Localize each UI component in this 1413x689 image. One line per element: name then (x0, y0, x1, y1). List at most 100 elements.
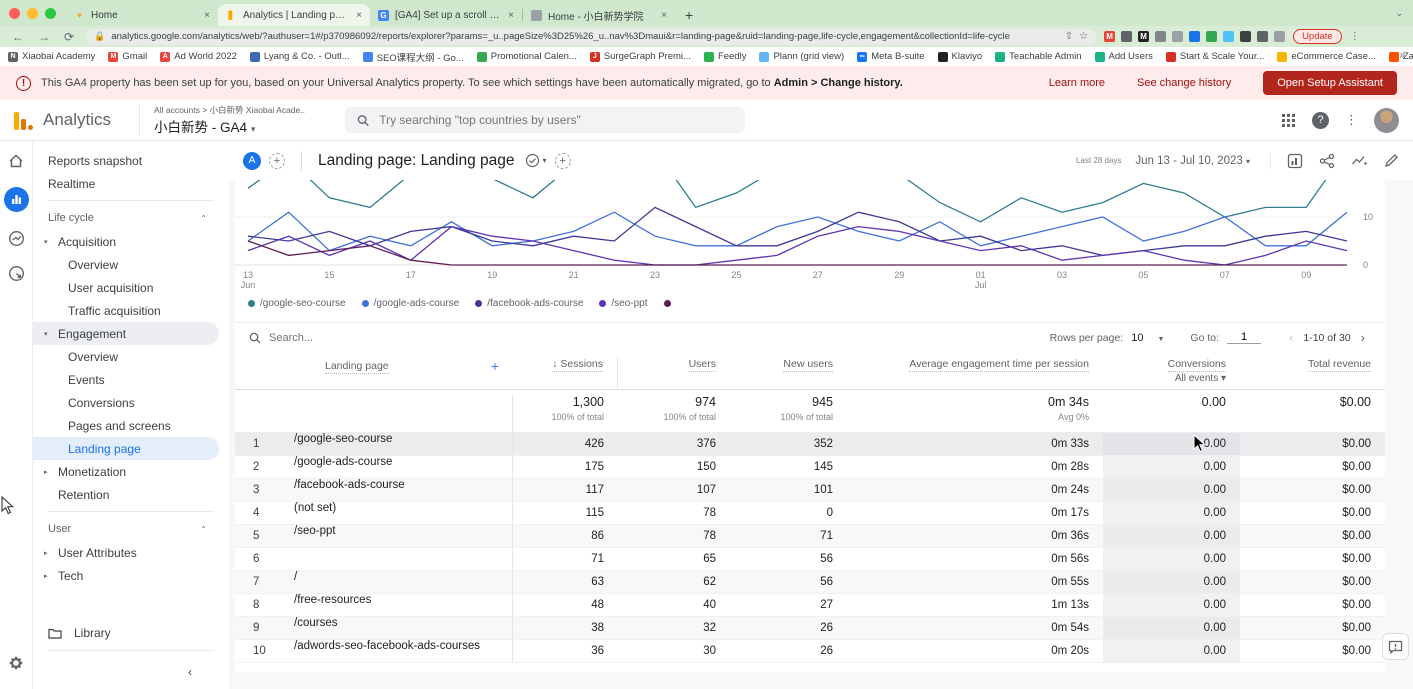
bookmark-item[interactable]: Klaviyo (938, 51, 983, 62)
sidebar-section-life-cycle[interactable]: Life cycle⌃ (33, 206, 229, 230)
table-row[interactable]: 1/google-seo-course4263763520m 33s0.00$0… (235, 433, 1385, 456)
browser-tab[interactable]: Home - 小白新势学院× (523, 4, 675, 26)
sidebar-item-overview[interactable]: Overview (33, 345, 219, 368)
column-header-new-users[interactable]: New users (730, 358, 847, 370)
column-header-landing-page[interactable]: Landing page + (235, 358, 513, 374)
sidebar-item-tech[interactable]: Tech▸ (33, 564, 219, 587)
analytics-search-input[interactable] (379, 113, 733, 127)
table-row[interactable]: 4(not set)1157800m 17s0.00$0.00 (235, 502, 1385, 525)
sidebar-item-overview[interactable]: Overview (33, 253, 219, 276)
sidebar-item-library[interactable]: Library (33, 620, 229, 646)
table-row[interactable]: 8/free-resources4840271m 13s0.00$0.00 (235, 594, 1385, 617)
sidebar-item-realtime[interactable]: Realtime (33, 172, 219, 195)
sidebar-panel-icon[interactable] (1257, 31, 1268, 42)
bookmark-item[interactable]: AAd World 2022 (160, 51, 237, 62)
close-tab-icon[interactable]: × (204, 10, 210, 21)
home-icon[interactable] (8, 153, 24, 169)
url-bar[interactable]: 🔒 analytics.google.com/analytics/web/?au… (86, 29, 1096, 45)
analytics-search-bar[interactable] (345, 107, 745, 133)
apps-grid-icon[interactable] (1281, 113, 1296, 128)
sidebar-item-traffic-acquisition[interactable]: Traffic acquisition (33, 299, 219, 322)
legend-item[interactable]: /seo-ppt (599, 298, 647, 309)
expand-caret-icon[interactable]: ▸ (44, 468, 48, 476)
bookmark-item[interactable]: Start & Scale Your... (1166, 51, 1265, 62)
share-page-icon[interactable]: ⇧ (1065, 31, 1073, 42)
pen-extension-icon[interactable] (1121, 31, 1132, 42)
column-header-users[interactable]: Users (618, 358, 730, 370)
reports-icon[interactable] (4, 187, 29, 212)
report-saved-check-icon[interactable] (525, 153, 540, 168)
bookmark-item[interactable]: Feedly (704, 51, 747, 62)
dark-m-extension-icon[interactable]: M (1138, 31, 1149, 42)
bookmarks-overflow-icon[interactable]: » (1399, 50, 1405, 61)
feedback-button[interactable] (1382, 633, 1409, 660)
help-icon[interactable]: ? (1312, 112, 1329, 129)
sidebar-section-user[interactable]: User⌃ (33, 517, 229, 541)
add-column-icon[interactable]: + (491, 358, 499, 374)
bookmark-item[interactable]: Teachable Admin (995, 51, 1081, 62)
gmail-extension-icon[interactable]: M (1104, 31, 1115, 42)
bookmark-star-icon[interactable]: ☆ (1079, 31, 1088, 42)
bookmark-item[interactable]: MGmail (108, 51, 147, 62)
insights-icon[interactable] (1351, 153, 1368, 168)
admin-gear-icon[interactable] (8, 655, 24, 675)
sphere-extension-icon[interactable] (1223, 31, 1234, 42)
expand-caret-icon[interactable]: ▾ (44, 330, 48, 338)
table-row[interactable]: 9/courses3832260m 54s0.00$0.00 (235, 617, 1385, 640)
see-change-history-link[interactable]: See change history (1137, 77, 1231, 89)
forward-icon[interactable]: → (38, 30, 50, 44)
extensions-puzzle-icon[interactable] (1240, 31, 1251, 42)
table-row[interactable]: 2/google-ads-course1751501450m 28s0.00$0… (235, 456, 1385, 479)
meet-extension-icon[interactable] (1274, 31, 1285, 42)
column-header-engagement[interactable]: Average engagement time per session (847, 358, 1103, 370)
browser-tab[interactable]: G[GA4] Set up a scroll conversi× (370, 4, 522, 26)
analytics-logo-icon[interactable] (14, 110, 33, 130)
rows-per-page-select[interactable]: 10▼ (1131, 332, 1164, 344)
sidebar-item-user-acquisition[interactable]: User acquisition (33, 276, 219, 299)
add-comparison-button[interactable]: + (269, 153, 285, 169)
account-switcher[interactable]: All accounts > 小白新势 Xiaobai Acade.. 小白新势… (139, 104, 305, 136)
advertising-icon[interactable] (8, 265, 25, 282)
table-row[interactable]: 10/adwords-seo-facebook-ads-courses36302… (235, 640, 1385, 663)
bookmark-item[interactable]: Add Users (1095, 51, 1153, 62)
close-tab-icon[interactable]: × (356, 10, 362, 21)
browser-tab[interactable]: ♥Home× (66, 4, 218, 26)
customize-report-icon[interactable] (1287, 153, 1303, 169)
column-header-total-revenue[interactable]: Total revenue (1240, 358, 1385, 370)
new-tab-button[interactable]: + (685, 7, 693, 23)
legend-item[interactable]: /google-seo-course (248, 298, 346, 309)
window-controls[interactable] (0, 8, 66, 19)
expand-caret-icon[interactable]: ▸ (44, 549, 48, 557)
sidebar-item-conversions[interactable]: Conversions (33, 391, 219, 414)
legend-item[interactable]: /google-ads-course (362, 298, 460, 309)
close-window-button[interactable] (9, 8, 20, 19)
blue-extension-icon[interactable] (1189, 31, 1200, 42)
table-search-input[interactable] (269, 332, 569, 344)
collapse-section-icon[interactable]: ⌃ (200, 525, 207, 534)
browser-tab[interactable]: ▋Analytics | Landing page: Land× (218, 4, 370, 26)
sidebar-item-user-attributes[interactable]: User Attributes▸ (33, 541, 219, 564)
bookmark-item[interactable]: eCommerce Case... (1277, 51, 1375, 62)
avatar[interactable] (1374, 108, 1399, 133)
bookmark-item[interactable]: JSurgeGraph Premi... (590, 51, 691, 62)
column-header-sessions[interactable]: ↓ Sessions (513, 358, 618, 389)
bookmark-item[interactable]: Plann (grid view) (759, 51, 844, 62)
table-row[interactable]: 3/facebook-ads-course1171071010m 24s0.00… (235, 479, 1385, 502)
sidebar-item-pages-and-screens[interactable]: Pages and screens (33, 414, 219, 437)
sheets-extension-icon[interactable] (1206, 31, 1217, 42)
chevron-down-icon[interactable]: ▾ (543, 156, 547, 165)
collapse-sidebar-icon[interactable]: ‹ (48, 659, 214, 685)
table-row[interactable]: 5/seo-ppt8678710m 36s0.00$0.00 (235, 525, 1385, 548)
expand-caret-icon[interactable]: ▾ (44, 238, 48, 246)
comparison-chip[interactable]: A (243, 152, 261, 170)
close-tab-icon[interactable]: × (661, 10, 667, 21)
notes-extension-icon[interactable] (1172, 31, 1183, 42)
learn-more-link[interactable]: Learn more (1049, 77, 1105, 89)
sidebar-item-monetization[interactable]: Monetization▸ (33, 460, 219, 483)
edit-icon[interactable] (1384, 153, 1399, 168)
sidebar-item-reports-snapshot[interactable]: Reports snapshot (33, 149, 219, 172)
legend-item[interactable]: /facebook-ads-course (475, 298, 583, 309)
collapse-section-icon[interactable]: ⌃ (200, 214, 207, 223)
minimize-window-button[interactable] (27, 8, 38, 19)
sidebar-item-engagement[interactable]: Engagement▾ (33, 322, 219, 345)
